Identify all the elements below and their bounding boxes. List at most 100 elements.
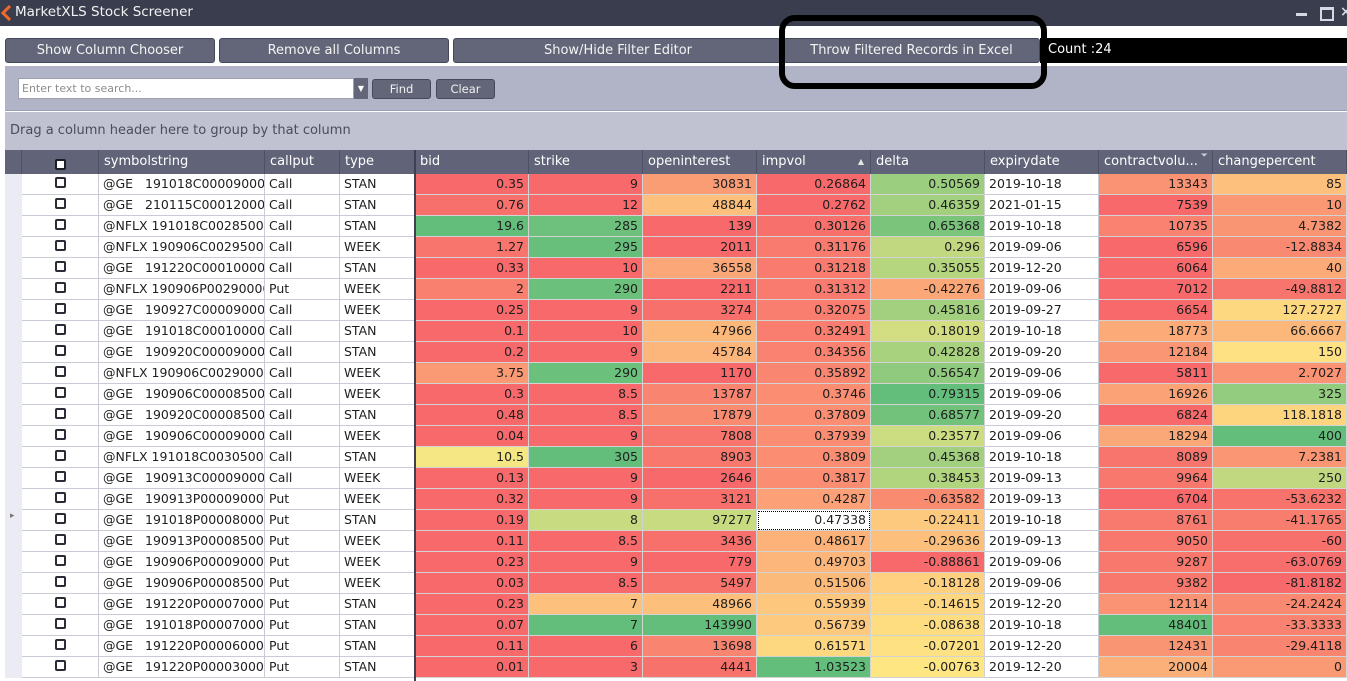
cell-symbolstring[interactable]: @GE 190913C00009000 bbox=[99, 468, 265, 489]
cell-strike[interactable]: 8.5 bbox=[529, 531, 643, 552]
show-column-chooser-button[interactable]: Show Column Chooser bbox=[5, 38, 215, 63]
cell-openinterest[interactable]: 48844 bbox=[643, 195, 757, 216]
cell-bid[interactable]: 0.11 bbox=[416, 636, 529, 657]
row-select-cell[interactable] bbox=[22, 216, 99, 237]
table-row[interactable]: @GE 191018P00007000 Put STAN 0.07 7 143990 0.5… bbox=[5, 615, 1347, 636]
cell-openinterest[interactable]: 8903 bbox=[643, 447, 757, 468]
table-row[interactable]: @GE 190906C00008500 Call WEEK 0.3 8.5 13787 0.… bbox=[5, 384, 1347, 405]
cell-bid[interactable]: 0.03 bbox=[416, 573, 529, 594]
cell-symbolstring[interactable]: @GE 190920C00008500 bbox=[99, 405, 265, 426]
cell-expirydate[interactable]: 2019-12-20 bbox=[985, 657, 1099, 678]
row-select-cell[interactable] bbox=[22, 552, 99, 573]
cell-contractvolume[interactable]: 12184 bbox=[1099, 342, 1213, 363]
cell-contractvolume[interactable]: 9287 bbox=[1099, 552, 1213, 573]
cell-contractvolume[interactable]: 20004 bbox=[1099, 657, 1213, 678]
cell-type[interactable]: STAN bbox=[340, 195, 415, 216]
cell-openinterest[interactable]: 45784 bbox=[643, 342, 757, 363]
cell-expirydate[interactable]: 2019-09-06 bbox=[985, 573, 1099, 594]
cell-contractvolume[interactable]: 5811 bbox=[1099, 363, 1213, 384]
cell-strike[interactable]: 9 bbox=[529, 468, 643, 489]
row-indicator[interactable] bbox=[5, 321, 22, 342]
cell-symbolstring[interactable]: @GE 190920C00009000 bbox=[99, 342, 265, 363]
cell-changepercent[interactable]: -41.1765 bbox=[1213, 510, 1347, 531]
cell-delta[interactable]: 0.38453 bbox=[871, 468, 985, 489]
cell-callput[interactable]: Call bbox=[265, 342, 340, 363]
table-row[interactable]: @GE 191220P00007000 Put STAN 0.23 7 48966 0.55… bbox=[5, 594, 1347, 615]
cell-symbolstring[interactable]: @NFLX 190906C00295000 bbox=[99, 237, 265, 258]
row-indicator[interactable] bbox=[5, 552, 22, 573]
cell-callput[interactable]: Put bbox=[265, 279, 340, 300]
cell-changepercent[interactable]: 10 bbox=[1213, 195, 1347, 216]
header-impvol[interactable]: impvol ▲ bbox=[757, 150, 871, 174]
cell-impvol[interactable]: 0.4287 bbox=[757, 489, 871, 510]
cell-bid[interactable]: 0.35 bbox=[416, 174, 529, 195]
row-indicator[interactable] bbox=[5, 363, 22, 384]
cell-impvol[interactable]: 0.31218 bbox=[757, 258, 871, 279]
row-checkbox[interactable] bbox=[54, 387, 66, 398]
cell-openinterest[interactable]: 17879 bbox=[643, 405, 757, 426]
cell-changepercent[interactable]: 66.6667 bbox=[1213, 321, 1347, 342]
cell-expirydate[interactable]: 2019-10-18 bbox=[985, 615, 1099, 636]
cell-callput[interactable]: Call bbox=[265, 321, 340, 342]
cell-changepercent[interactable]: 2.7027 bbox=[1213, 363, 1347, 384]
cell-strike[interactable]: 9 bbox=[529, 174, 643, 195]
row-checkbox[interactable] bbox=[54, 660, 66, 671]
cell-contractvolume[interactable]: 9050 bbox=[1099, 531, 1213, 552]
header-strike[interactable]: strike bbox=[529, 150, 643, 174]
cell-impvol[interactable]: 0.30126 bbox=[757, 216, 871, 237]
row-indicator[interactable] bbox=[5, 195, 22, 216]
cell-bid[interactable]: 0.76 bbox=[416, 195, 529, 216]
cell-bid[interactable]: 0.33 bbox=[416, 258, 529, 279]
cell-impvol[interactable]: 0.47338 bbox=[757, 510, 871, 531]
cell-openinterest[interactable]: 143990 bbox=[643, 615, 757, 636]
row-indicator[interactable] bbox=[5, 216, 22, 237]
cell-delta[interactable]: 0.50569 bbox=[871, 174, 985, 195]
cell-contractvolume[interactable]: 7539 bbox=[1099, 195, 1213, 216]
cell-changepercent[interactable]: -81.8182 bbox=[1213, 573, 1347, 594]
row-checkbox[interactable] bbox=[54, 324, 66, 335]
row-checkbox[interactable] bbox=[54, 219, 66, 230]
filter-icon[interactable]: ⏷ bbox=[1201, 150, 1208, 168]
group-by-panel[interactable]: Drag a column header here to group by th… bbox=[5, 112, 1347, 150]
find-button[interactable]: Find bbox=[372, 79, 431, 99]
table-row[interactable]: @GE 190920C00008500 Call STAN 0.48 8.5 17879 0… bbox=[5, 405, 1347, 426]
table-row[interactable]: @NFLX 191018C00285000 Call STAN 19.6 285 139 0… bbox=[5, 216, 1347, 237]
cell-impvol[interactable]: 0.51506 bbox=[757, 573, 871, 594]
cell-changepercent[interactable]: 400 bbox=[1213, 426, 1347, 447]
cell-callput[interactable]: Put bbox=[265, 615, 340, 636]
cell-delta[interactable]: -0.07201 bbox=[871, 636, 985, 657]
row-checkbox[interactable] bbox=[54, 345, 66, 356]
cell-expirydate[interactable]: 2019-09-13 bbox=[985, 468, 1099, 489]
cell-delta[interactable]: 0.18019 bbox=[871, 321, 985, 342]
clear-button[interactable]: Clear bbox=[436, 79, 495, 99]
row-select-cell[interactable] bbox=[22, 174, 99, 195]
cell-type[interactable]: STAN bbox=[340, 657, 415, 678]
cell-expirydate[interactable]: 2019-10-18 bbox=[985, 174, 1099, 195]
table-row[interactable]: @NFLX 190906C00295000 Call WEEK 1.27 295 2011… bbox=[5, 237, 1347, 258]
cell-expirydate[interactable]: 2019-09-06 bbox=[985, 384, 1099, 405]
cell-impvol[interactable]: 0.31176 bbox=[757, 237, 871, 258]
cell-impvol[interactable]: 0.35892 bbox=[757, 363, 871, 384]
cell-openinterest[interactable]: 48966 bbox=[643, 594, 757, 615]
row-select-cell[interactable] bbox=[22, 279, 99, 300]
cell-callput[interactable]: Call bbox=[265, 216, 340, 237]
cell-openinterest[interactable]: 13698 bbox=[643, 636, 757, 657]
cell-bid[interactable]: 0.07 bbox=[416, 615, 529, 636]
cell-callput[interactable]: Put bbox=[265, 489, 340, 510]
cell-expirydate[interactable]: 2019-09-06 bbox=[985, 237, 1099, 258]
cell-bid[interactable]: 0.23 bbox=[416, 552, 529, 573]
table-row[interactable]: @GE 191018C00010000 Call STAN 0.1 10 47966 0.3… bbox=[5, 321, 1347, 342]
cell-type[interactable]: WEEK bbox=[340, 384, 415, 405]
cell-delta[interactable]: 0.35055 bbox=[871, 258, 985, 279]
cell-impvol[interactable]: 0.26864 bbox=[757, 174, 871, 195]
cell-strike[interactable]: 9 bbox=[529, 552, 643, 573]
row-checkbox[interactable] bbox=[54, 618, 66, 629]
cell-type[interactable]: WEEK bbox=[340, 468, 415, 489]
cell-symbolstring[interactable]: @GE 191018P00008000 bbox=[99, 510, 265, 531]
row-checkbox[interactable] bbox=[54, 450, 66, 461]
cell-symbolstring[interactable]: @GE 190906C00009000 bbox=[99, 426, 265, 447]
cell-delta[interactable]: 0.65368 bbox=[871, 216, 985, 237]
header-select-all[interactable] bbox=[22, 150, 99, 174]
cell-callput[interactable]: Call bbox=[265, 426, 340, 447]
row-select-cell[interactable] bbox=[22, 426, 99, 447]
